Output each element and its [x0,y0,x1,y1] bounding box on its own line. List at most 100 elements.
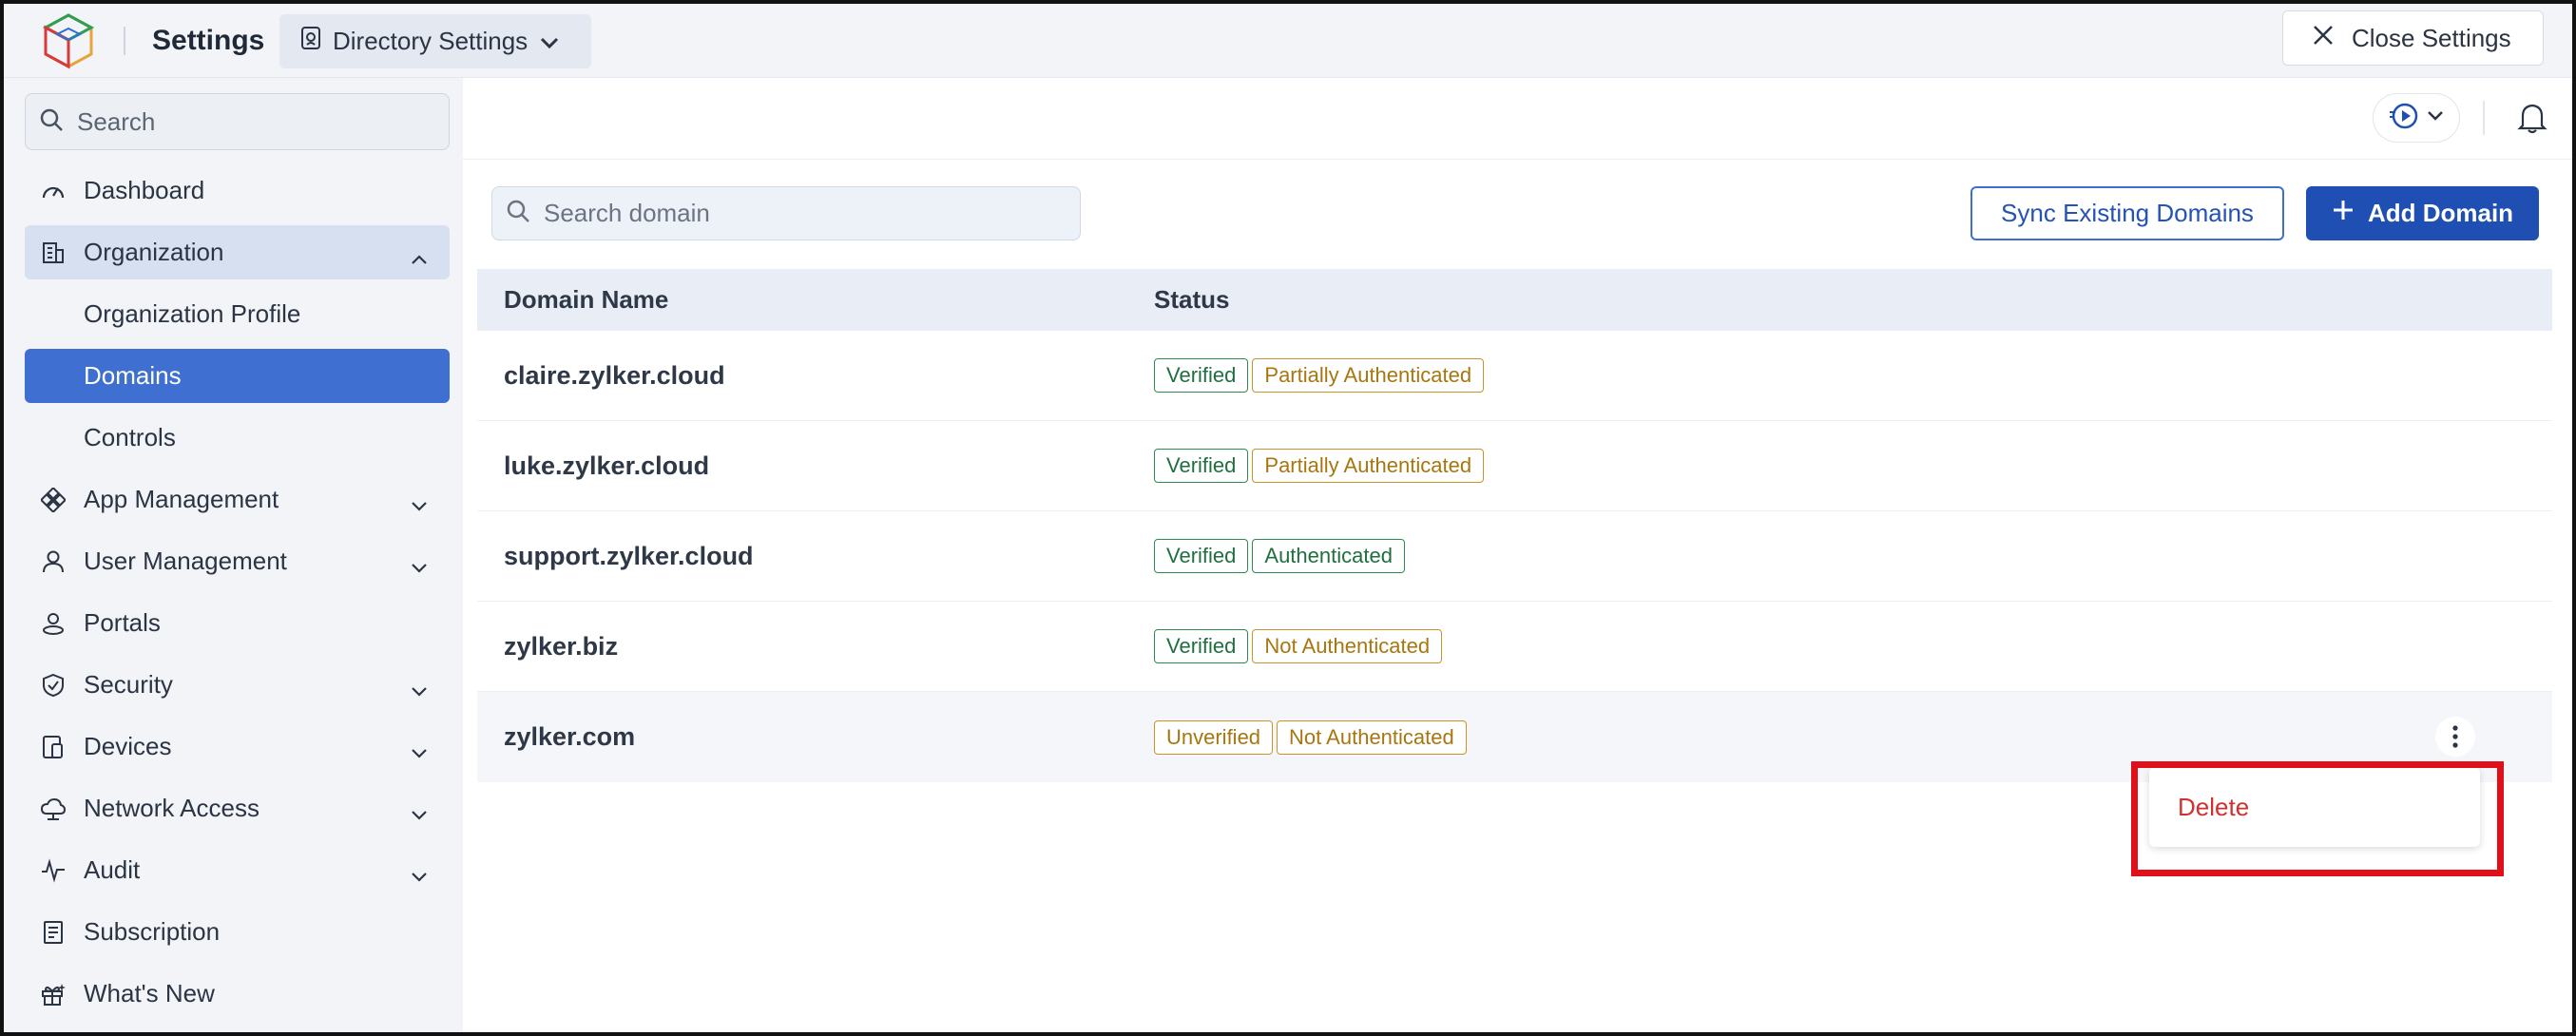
sidebar-item-label: User Management [84,547,287,575]
domain-name: support.zylker.cloud [504,541,754,570]
directory-settings-label: Directory Settings [333,27,529,55]
chevron-down-icon [410,738,429,767]
chevron-down-icon [410,799,429,829]
status-badge: Partially Authenticated [1252,358,1485,393]
status-badges: Unverified Not Authenticated [1154,719,1467,755]
sidebar-item-label: Subscription [84,917,221,946]
more-options-icon[interactable] [2435,717,2475,757]
sidebar-item-label: What's New [84,979,215,1007]
sidebar-item-label: Dashboard [84,176,205,204]
sidebar-item-label: Organization [84,238,224,266]
sidebar-item-organization[interactable]: Organization [25,225,450,279]
sidebar-item-label: Portals [84,608,161,637]
header-divider [124,27,125,55]
app-logo-icon [40,11,97,70]
add-domain-button[interactable]: Add Domain [2306,186,2539,240]
status-badge: Unverified [1154,719,1274,755]
plus-icon [2332,199,2355,228]
user-icon [40,548,67,575]
chevron-down-icon [410,676,429,705]
table-row[interactable]: luke.zylker.cloud Verified Partially Aut… [477,421,2552,511]
pulse-icon [40,857,67,884]
sidebar-nav: Dashboard Organization Organization Prof… [25,163,450,1028]
cloud-icon [40,796,67,822]
domain-name: zylker.com [504,722,636,751]
domain-name: zylker.biz [504,631,619,661]
sidebar-search-input[interactable] [77,106,438,137]
devices-icon [40,734,67,760]
sidebar-item-label: Audit [84,855,141,884]
column-header-domain-name: Domain Name [504,285,669,314]
main-content: Sync Existing Domains Add Domain Domain … [463,78,2572,1032]
sidebar-item-audit[interactable]: Audit [25,843,450,897]
status-badges: Verified Partially Authenticated [1154,358,1485,393]
status-badge: Not Authenticated [1277,719,1467,755]
table-row[interactable]: support.zylker.cloud Verified Authentica… [477,511,2552,602]
sidebar-item-organization-profile[interactable]: Organization Profile [25,287,450,341]
search-icon [506,199,530,228]
play-circle-icon [2389,101,2419,136]
sidebar-item-controls[interactable]: Controls [25,411,450,465]
main-toolbar [463,78,2572,160]
app-switcher-button[interactable] [2373,93,2460,143]
sidebar-item-user-management[interactable]: User Management [25,534,450,588]
status-badge: Authenticated [1252,539,1405,573]
status-badge: Verified [1154,539,1249,573]
chevron-down-icon [539,27,560,56]
notification-bell-icon[interactable] [2517,101,2547,140]
table-row[interactable]: zylker.biz Verified Not Authenticated [477,602,2552,692]
directory-settings-dropdown[interactable]: Directory Settings [279,14,591,68]
chevron-down-icon [410,552,429,582]
receipt-icon [40,919,67,946]
table-row[interactable]: claire.zylker.cloud Verified Partially A… [477,331,2552,421]
status-badge: Verified [1154,449,1249,483]
sidebar-item-dashboard[interactable]: Dashboard [25,163,450,218]
close-settings-button[interactable]: Close Settings [2282,10,2544,66]
sidebar-search[interactable] [25,93,450,150]
organization-icon [40,240,67,266]
delete-menu-item[interactable]: Delete [2178,793,2249,822]
dashboard-icon [40,178,67,204]
column-header-status: Status [1154,285,1230,314]
domain-name: claire.zylker.cloud [504,360,725,390]
search-icon [39,107,64,137]
status-badge: Verified [1154,358,1249,393]
status-badge: Verified [1154,629,1249,663]
status-badge: Partially Authenticated [1252,449,1485,483]
add-domain-label: Add Domain [2367,199,2514,227]
sidebar-item-domains[interactable]: Domains [25,349,450,403]
directory-icon [300,26,321,57]
sidebar-item-label: Controls [84,423,176,451]
sidebar-item-portals[interactable]: Portals [25,596,450,650]
status-badges: Verified Partially Authenticated [1154,449,1485,483]
sidebar-item-label: Organization Profile [84,299,301,328]
sidebar-item-devices[interactable]: Devices [25,719,450,774]
domain-search[interactable] [491,186,1081,240]
domains-table: Domain Name Status claire.zylker.cloud V… [477,269,2552,782]
sidebar-item-label: Devices [84,732,172,760]
sidebar-item-security[interactable]: Security [25,658,450,712]
sidebar-item-whats-new[interactable]: What's New [25,967,450,1021]
sidebar: Dashboard Organization Organization Prof… [4,78,463,1032]
page-title: Settings [152,25,265,56]
context-menu: Delete [2149,767,2480,847]
status-badge: Not Authenticated [1252,629,1443,663]
sidebar-item-label: Domains [84,361,182,390]
top-bar: Settings Directory Settings Close Settin… [4,4,2572,78]
status-badges: Verified Authenticated [1154,539,1405,573]
sidebar-item-label: App Management [84,485,279,513]
sidebar-item-network-access[interactable]: Network Access [25,781,450,835]
domain-search-input[interactable] [544,199,1057,228]
table-header: Domain Name Status [477,269,2552,331]
portal-icon [40,610,67,637]
chevron-down-icon [410,490,429,520]
sidebar-item-subscription[interactable]: Subscription [25,905,450,959]
status-badges: Verified Not Authenticated [1154,629,1443,663]
app-management-icon [40,487,67,513]
sidebar-item-app-management[interactable]: App Management [25,472,450,527]
sync-existing-domains-button[interactable]: Sync Existing Domains [1970,186,2284,240]
gift-icon [40,981,67,1007]
sidebar-item-label: Network Access [84,794,260,822]
chevron-down-icon [2427,109,2444,126]
close-settings-label: Close Settings [2352,23,2511,52]
